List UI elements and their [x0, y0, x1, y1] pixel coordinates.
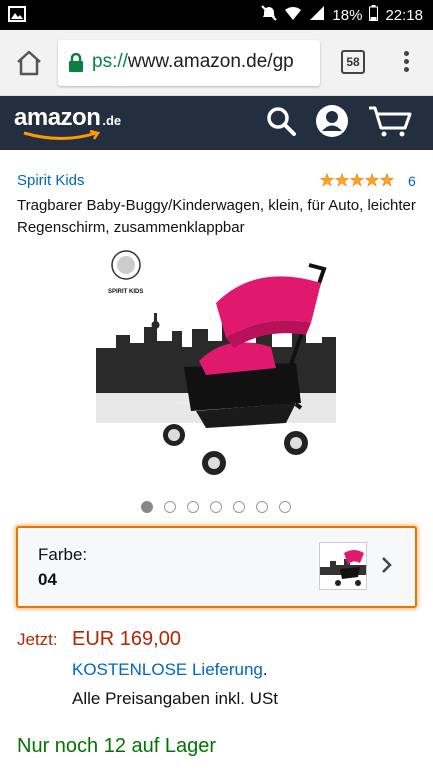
carousel-dot[interactable] [164, 501, 176, 513]
tax-note: Alle Preisangaben inkl. USt [72, 689, 279, 708]
lock-icon [68, 52, 84, 78]
star-icon [320, 173, 334, 187]
star-icon [365, 173, 379, 187]
gallery-notification-icon [8, 6, 26, 26]
url-text: ps://www.amazon.de/gp [92, 51, 294, 72]
url-bar[interactable]: ps://www.amazon.de/gp [58, 40, 320, 86]
mute-icon [261, 5, 278, 25]
status-bar: 18% 22:18 [0, 0, 433, 30]
carousel-dot[interactable] [210, 501, 222, 513]
account-icon[interactable] [315, 104, 349, 143]
carousel-dot[interactable] [279, 501, 291, 513]
clock: 22:18 [385, 6, 423, 24]
carousel-dot[interactable] [256, 501, 268, 513]
product-title: Tragbarer Baby-Buggy/Kinderwagen, klein,… [17, 197, 416, 236]
rating-count[interactable]: 6 [408, 173, 416, 189]
shipping-info: KOSTENLOSE Lieferung. [72, 660, 268, 679]
image-logo-text: SPIRIT KIDS [108, 289, 143, 295]
star-icon [335, 173, 349, 187]
color-value: 04 [38, 570, 57, 589]
free-shipping-link[interactable]: KOSTENLOSE Lieferung [72, 660, 263, 679]
rating-stars[interactable] [320, 173, 394, 187]
browser-toolbar: ps://www.amazon.de/gp 58 [0, 30, 433, 96]
color-label: Farbe: [38, 545, 88, 564]
variant-thumbnail [319, 542, 367, 590]
image-carousel-dots[interactable] [141, 501, 291, 513]
battery-level: 18% [332, 6, 363, 24]
amazon-logo[interactable]: amazon .de [14, 104, 121, 140]
product-image[interactable]: SPIRIT KIDS [96, 243, 336, 480]
amazon-header: amazon .de [0, 96, 433, 150]
brand-link[interactable]: Spirit Kids [17, 172, 85, 189]
cart-icon[interactable] [367, 104, 413, 143]
carousel-dot[interactable] [187, 501, 199, 513]
stock-status: Nur noch 12 auf Lager [17, 735, 217, 757]
search-icon[interactable] [265, 105, 297, 142]
wifi-icon [284, 5, 302, 25]
carousel-dot[interactable] [141, 501, 153, 513]
signal-icon [309, 5, 325, 25]
price-label: Jetzt: [17, 630, 58, 649]
price-value: EUR 169,00 [72, 628, 181, 650]
browser-menu-icon[interactable] [396, 48, 416, 78]
star-icon [350, 173, 364, 187]
battery-icon [369, 5, 379, 25]
chevron-right-icon [381, 556, 393, 579]
home-icon[interactable] [14, 48, 44, 78]
color-selector[interactable]: Farbe: 04 [16, 526, 417, 608]
tab-switcher-button[interactable]: 58 [341, 50, 365, 74]
carousel-dot[interactable] [233, 501, 245, 513]
star-icon [380, 173, 394, 187]
